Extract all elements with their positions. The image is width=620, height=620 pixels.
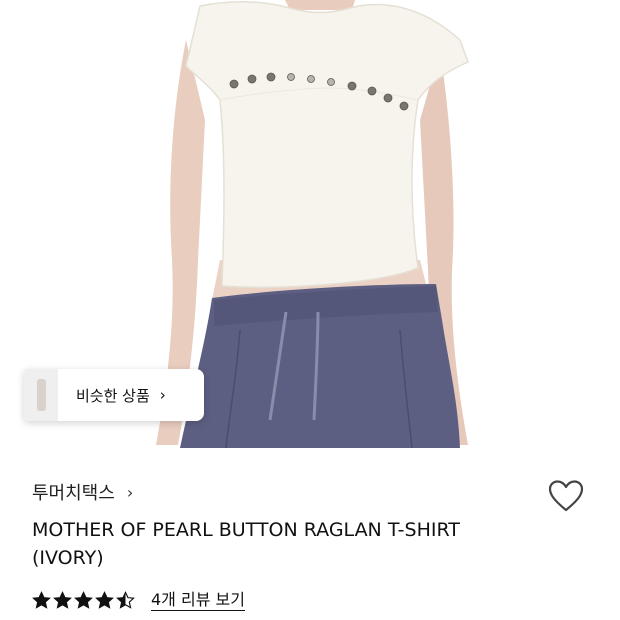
star-full-icon: [53, 591, 72, 609]
brand-name: 투머치택스: [32, 483, 115, 504]
chevron-right-icon: ›: [159, 386, 166, 404]
similar-products-button[interactable]: 비슷한 상품 ›: [24, 369, 204, 421]
star-rating: [32, 591, 137, 610]
view-reviews-link[interactable]: 4개 리뷰 보기: [151, 590, 245, 611]
chevron-right-icon: ›: [126, 482, 134, 502]
star-full-icon: [32, 591, 51, 609]
star-half-icon: [116, 591, 135, 609]
product-title-line: MOTHER OF PEARL BUTTON RAGLAN T-SHIRT: [32, 519, 460, 541]
heart-icon: [548, 480, 584, 512]
product-info: 투머치택스 ›: [32, 478, 600, 506]
brand-link[interactable]: 투머치택스 ›: [32, 478, 600, 506]
product-title: MOTHER OF PEARL BUTTON RAGLAN T-SHIRT (I…: [32, 516, 532, 572]
similar-product-thumbnail: [24, 369, 58, 421]
rating-row: 4개 리뷰 보기: [32, 590, 245, 611]
product-title-line: (IVORY): [32, 547, 104, 569]
similar-products-label: 비슷한 상품: [76, 386, 150, 405]
star-full-icon: [95, 591, 114, 609]
star-full-icon: [74, 591, 93, 609]
wishlist-button[interactable]: [546, 478, 586, 514]
